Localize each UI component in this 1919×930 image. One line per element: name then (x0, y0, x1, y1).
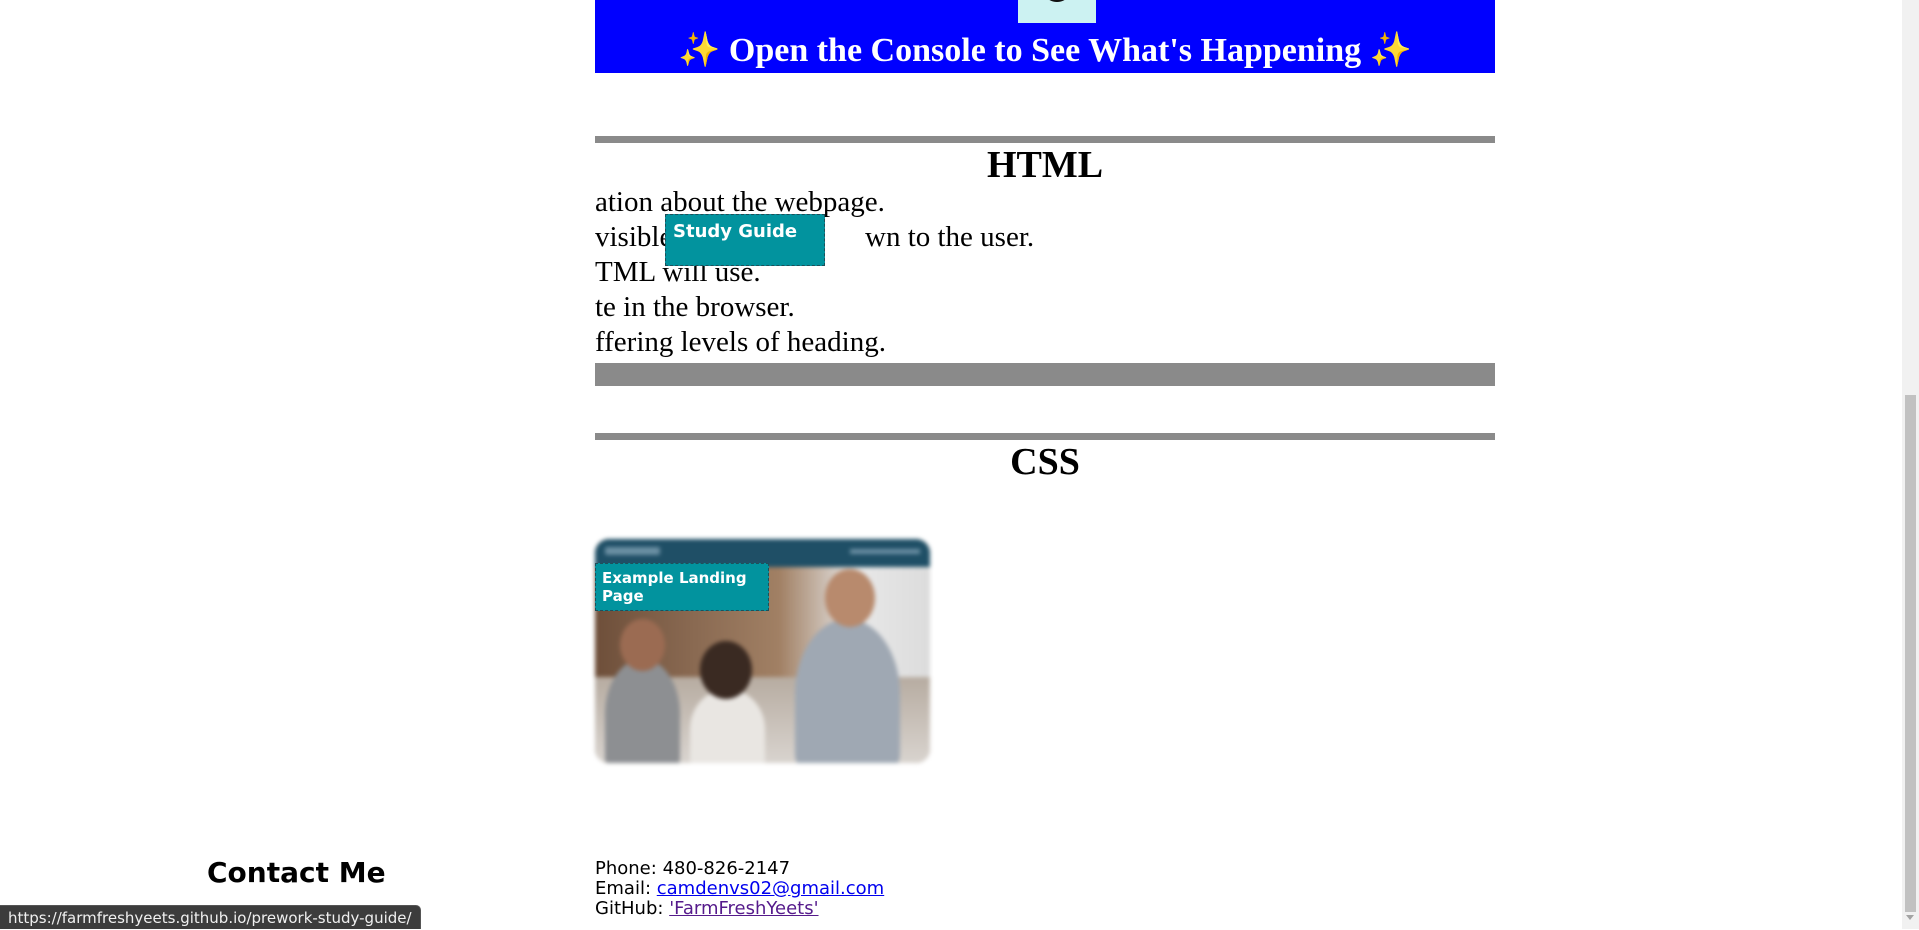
study-guide-label[interactable]: Study Guide (665, 214, 825, 266)
logo-icon (1042, 0, 1072, 2)
section-border-bottom (595, 363, 1495, 386)
html-notes-list: ation about the webpage. visible wn to t… (595, 185, 1495, 363)
list-item: wn to the user. (865, 221, 1035, 253)
contact-info: Phone: 480-826-2147 Email: camdenvs02@gm… (595, 859, 884, 919)
email-row: Email: camdenvs02@gmail.com (595, 879, 884, 899)
github-row: GitHub: 'FarmFreshYeets' (595, 899, 884, 919)
person-head (620, 619, 665, 671)
phone-number: 480-826-2147 (662, 858, 791, 879)
html-section-title: HTML (986, 144, 1104, 186)
email-link[interactable]: camdenvs02@gmail.com (657, 878, 884, 899)
phone-label: Phone: (595, 858, 657, 879)
banner-text: Open the Console to See What's Happening (728, 32, 1362, 69)
email-label: Email: (595, 878, 652, 899)
status-bar-url: https://farmfreshyeets.github.io/prework… (0, 905, 421, 929)
example-landing-page-label[interactable]: Example Landing Page (595, 563, 769, 611)
css-section-title: CSS (1010, 441, 1080, 483)
github-link[interactable]: 'FarmFreshYeets' (669, 898, 818, 919)
scrollbar-thumb[interactable] (1905, 395, 1916, 912)
person-figure (605, 659, 680, 763)
list-item: visible (595, 221, 673, 253)
person-figure (690, 689, 765, 763)
person-figure (795, 619, 900, 763)
banner-logo (1018, 0, 1096, 23)
person-head (700, 641, 752, 699)
contact-heading: Contact Me (207, 856, 386, 889)
list-item: te in the browser. (595, 291, 795, 323)
person-head (825, 569, 875, 627)
sparkle-icon: ✨ (678, 32, 721, 69)
phone-row: Phone: 480-826-2147 (595, 859, 884, 879)
github-label: GitHub: (595, 898, 664, 919)
sparkle-icon: ✨ (1369, 32, 1412, 69)
section-border-top (595, 136, 1495, 143)
vertical-scrollbar[interactable] (1902, 0, 1919, 929)
scroll-down-arrow-icon[interactable] (1906, 915, 1914, 920)
section-border-top (595, 433, 1495, 440)
console-banner: ✨ Open the Console to See What's Happeni… (595, 0, 1495, 73)
list-item: ffering levels of heading. (595, 326, 886, 358)
banner-heading: ✨ Open the Console to See What's Happeni… (595, 28, 1495, 73)
